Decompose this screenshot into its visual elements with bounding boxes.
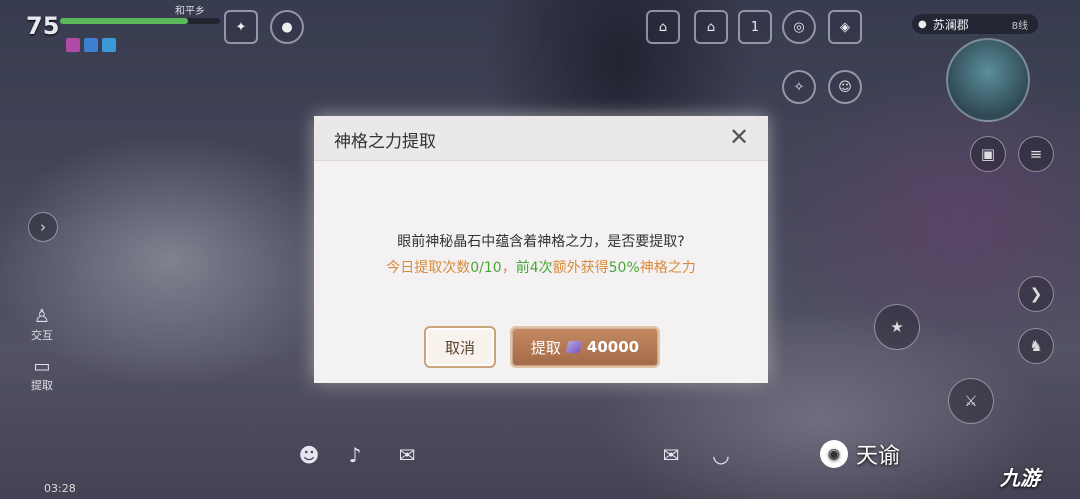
chat-icon[interactable]: ✉ — [392, 440, 422, 470]
hp-bar — [60, 18, 220, 24]
dialog-header: 神格之力提取 ✕ — [314, 116, 768, 161]
target-avatar-icon[interactable]: ● — [270, 10, 304, 44]
server-line[interactable]: 8线 — [1012, 17, 1028, 32]
dialog-message: 眼前神秘晶石中蕴含着神格之力，是否要提取? — [397, 234, 685, 250]
clock: 03:28 — [44, 482, 76, 495]
extract-button[interactable]: 提取 40000 — [510, 326, 660, 368]
player-name: 和平乡 — [175, 6, 205, 17]
book-icon[interactable]: ⌂ — [646, 10, 680, 44]
shop-icon[interactable]: ✧ — [782, 70, 816, 104]
menu-icon[interactable]: ≡ — [1018, 136, 1054, 172]
info-label: 今日提取次数 — [386, 260, 471, 276]
location-icon: ● — [918, 18, 927, 30]
extract-shortcut-label: 提取 — [31, 379, 53, 392]
buff-icon — [102, 38, 116, 52]
house-icon[interactable]: ⌂ — [694, 10, 728, 44]
interact-button[interactable]: ♙ 交互 — [26, 306, 58, 343]
mount-icon[interactable]: ♞ — [1018, 328, 1054, 364]
compass-icon[interactable]: ✦ — [224, 10, 258, 44]
info-extra: 额外获得 — [552, 260, 609, 276]
microphone-icon[interactable]: ♪ — [340, 440, 370, 470]
calendar-icon[interactable]: 1 — [738, 10, 772, 44]
pet-icon[interactable]: ☺ — [828, 70, 862, 104]
attack-skill-icon[interactable]: ⚔ — [948, 378, 994, 424]
hp-bar-fill — [60, 18, 188, 24]
person-icon: ♙ — [33, 306, 51, 327]
first-n-times: 前4次 — [515, 260, 553, 276]
reward-icon[interactable]: ◈ — [828, 10, 862, 44]
region-name: 苏澜郡 — [932, 17, 969, 32]
buff-icon — [66, 38, 80, 52]
crystal-currency-icon — [565, 341, 583, 353]
wechat-icon: ◉ — [820, 440, 848, 468]
extract-label: 提取 — [530, 338, 561, 357]
monitor-icon: ▭ — [33, 356, 51, 377]
bag-icon[interactable]: ◎ — [782, 10, 816, 44]
bonus-percent: 50% — [608, 260, 640, 276]
watermark: ◉ 天谕 — [820, 438, 900, 470]
info-power: 神格之力 — [639, 260, 696, 276]
star-skill-icon[interactable]: ★ — [874, 304, 920, 350]
calendar-day: 1 — [750, 19, 760, 35]
buff-icon — [84, 38, 98, 52]
region-indicator[interactable]: ● 苏澜郡 8线 — [912, 14, 1038, 34]
friends-icon[interactable]: ☻ — [294, 440, 324, 470]
extract-cost: 40000 — [586, 338, 640, 356]
chest-icon[interactable]: ▣ — [970, 136, 1006, 172]
watermark-text: 天谕 — [856, 444, 901, 469]
extract-count: 0/10 — [470, 260, 502, 276]
player-level: 75 — [26, 12, 60, 40]
cancel-button[interactable]: 取消 — [424, 326, 496, 368]
mail-icon[interactable]: ✉ — [656, 440, 686, 470]
minimap[interactable] — [946, 38, 1030, 122]
info-sep: ， — [501, 260, 516, 276]
extract-dialog: 神格之力提取 ✕ 眼前神秘晶石中蕴含着神格之力，是否要提取? 今日提取次数0/1… — [314, 116, 768, 383]
wing-skill-icon[interactable]: ❯ — [1018, 276, 1054, 312]
cooking-pot-icon[interactable]: ◡ — [706, 440, 736, 470]
dialog-title: 神格之力提取 — [334, 132, 436, 152]
jiuyou-logo: 九游 — [1000, 466, 1040, 490]
extract-shortcut-button[interactable]: ▭ 提取 — [26, 356, 58, 393]
interact-label: 交互 — [31, 329, 53, 342]
close-icon[interactable]: ✕ — [726, 124, 752, 150]
expand-arrow-icon[interactable]: › — [28, 212, 58, 242]
dialog-info: 今日提取次数0/10，前4次额外获得50%神格之力 — [314, 257, 768, 277]
